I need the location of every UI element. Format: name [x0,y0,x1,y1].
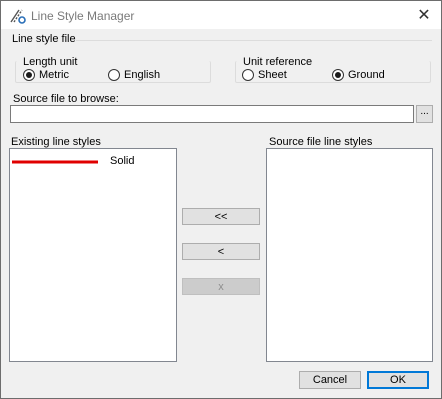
ok-button[interactable]: OK [367,371,429,389]
english-radio[interactable] [108,69,120,81]
copy-all-button[interactable]: << [182,208,260,225]
ground-label: Ground [348,69,385,81]
group-separator [76,40,432,41]
source-line-styles-label: Source file line styles [269,136,373,148]
line-style-manager-dialog: Line Style Manager ✕ Line style file Len… [0,0,442,399]
close-icon: ✕ [417,7,431,24]
source-line-styles-list[interactable] [266,148,433,362]
window-title: Line Style Manager [31,9,135,23]
unit-reference-label: Unit reference [243,56,313,68]
sheet-radio[interactable] [242,69,254,81]
english-label: English [124,69,161,81]
line-swatch [12,160,98,164]
line-style-name: Solid [110,155,135,167]
delete-button[interactable]: x [182,278,260,295]
sheet-label: Sheet [258,69,287,81]
existing-line-styles-list[interactable]: Solid [9,148,177,362]
line-style-file-label: Line style file [12,33,76,45]
metric-radio[interactable] [23,69,35,81]
copy-one-button[interactable]: < [182,243,260,260]
line-style-icon [10,9,26,24]
metric-label: Metric [39,69,69,81]
close-button[interactable]: ✕ [407,1,441,29]
length-unit-label: Length unit [23,56,78,68]
source-file-input[interactable] [10,105,414,123]
ground-radio[interactable] [332,69,344,81]
existing-line-styles-label: Existing line styles [11,136,101,148]
source-file-label: Source file to browse: [13,93,119,105]
title-bar: Line Style Manager ✕ [1,1,441,29]
browse-button[interactable]: ... [416,105,433,123]
cancel-button[interactable]: Cancel [299,371,361,389]
list-item[interactable]: Solid [12,155,172,169]
